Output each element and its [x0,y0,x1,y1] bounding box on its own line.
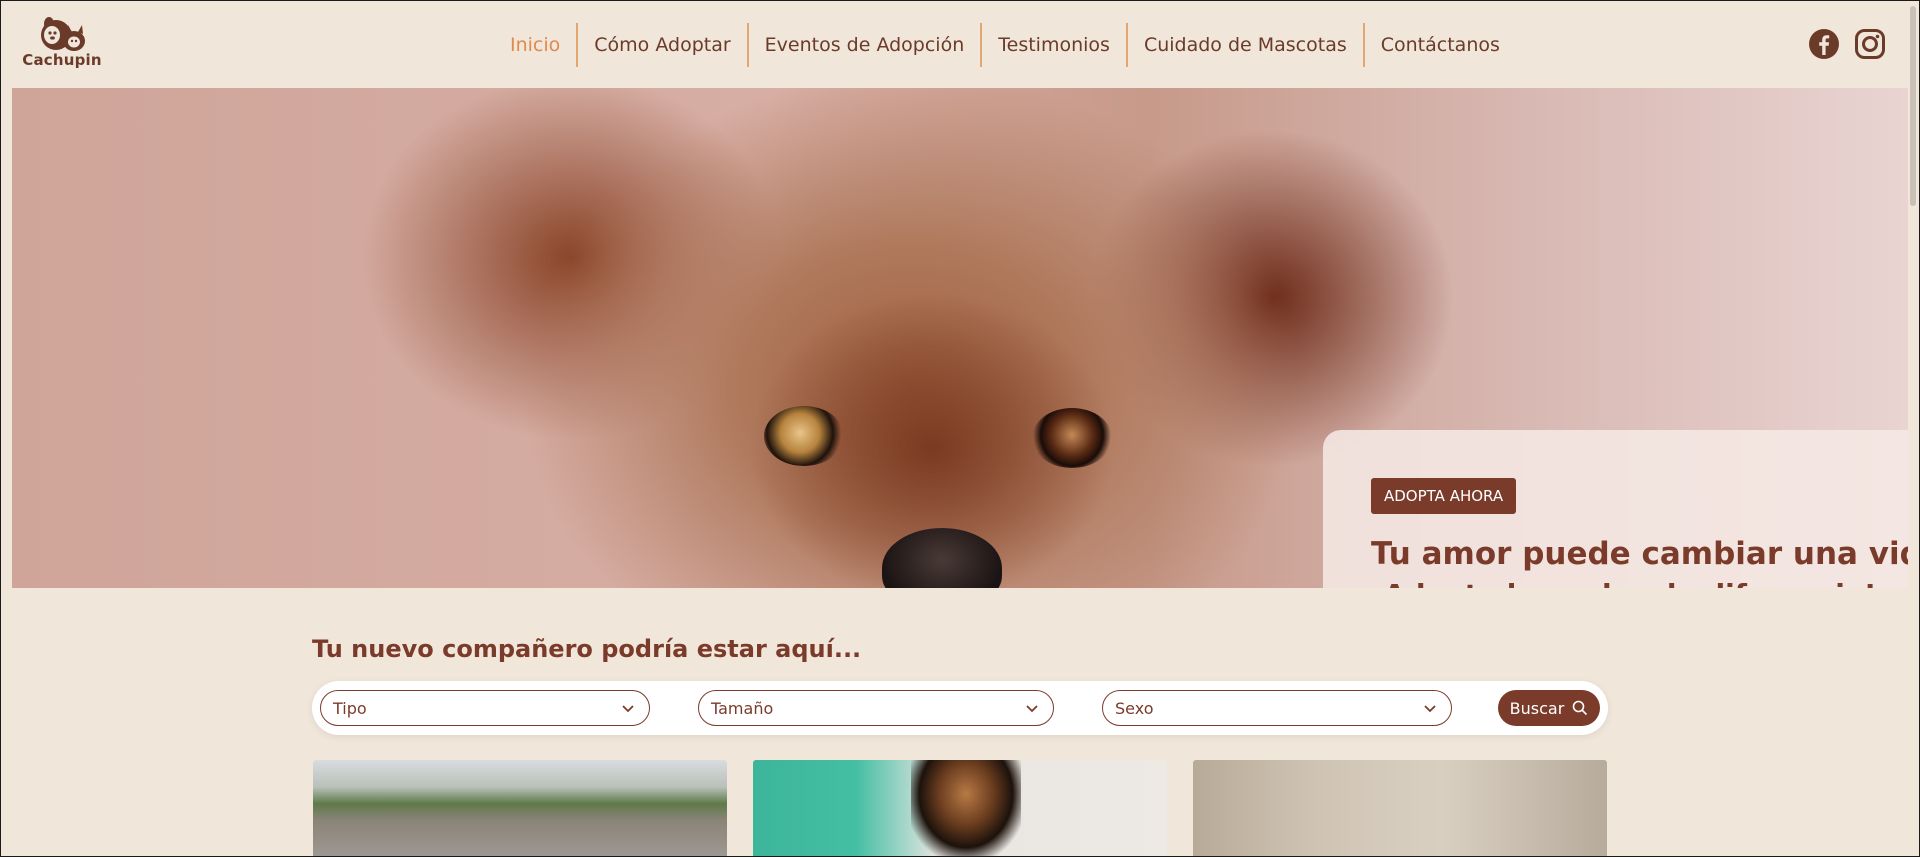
puppy-image [911,760,1021,857]
pet-card-image[interactable] [1193,760,1607,857]
facebook-icon[interactable] [1808,28,1840,60]
search-bar: Tipo Tamaño Sexo Buscar [312,681,1608,735]
hero-subtitle: ¡Adopta hoy y haz la diferencia! [1371,578,1876,588]
logo-pets-icon [41,17,85,51]
instagram-icon[interactable] [1854,28,1886,60]
search-icon [1573,700,1588,716]
tipo-select-value: Tipo [333,698,367,718]
scrollbar-thumb[interactable] [1910,6,1916,206]
tipo-select[interactable]: Tipo [320,690,650,726]
sexo-select[interactable]: Sexo [1102,690,1452,726]
search-button[interactable]: Buscar [1498,690,1600,726]
search-button-label: Buscar [1509,698,1565,718]
sexo-select-value: Sexo [1115,698,1154,718]
logo-text: Cachupin [22,51,102,69]
logo[interactable]: Cachupin [22,15,102,73]
main-nav: Inicio Cómo Adoptar Eventos de Adopción … [494,22,1516,68]
tamano-select[interactable]: Tamaño [698,690,1054,726]
site-header: Cachupin Inicio Cómo Adoptar Eventos de … [0,0,1908,88]
hero-dog-eye-right [1032,408,1112,468]
nav-item-testimonios[interactable]: Testimonios [980,23,1126,67]
hero-banner: ADOPTA AHORA Tu amor puede cambiar una v… [12,88,1908,588]
social-links [1808,28,1886,60]
nav-item-eventos[interactable]: Eventos de Adopción [746,23,981,67]
nav-item-contactanos[interactable]: Contáctanos [1362,23,1516,67]
adopt-now-button[interactable]: ADOPTA AHORA [1371,478,1517,514]
nav-item-como-adoptar[interactable]: Cómo Adoptar [576,23,746,67]
hero-title: Tu amor puede cambiar una vida [1371,536,1908,572]
chevron-down-icon [1424,705,1436,713]
pet-card-image[interactable] [313,760,727,857]
search-section-title: Tu nuevo compañero podría estar aquí... [312,635,862,663]
hero-card: ADOPTA AHORA Tu amor puede cambiar una v… [1323,430,1908,588]
page-scrollbar[interactable] [1908,0,1920,857]
nav-item-inicio[interactable]: Inicio [494,23,576,67]
pet-card-image[interactable] [753,760,1167,857]
hero-dog-image [764,406,844,466]
tamano-select-value: Tamaño [711,698,774,718]
hero-dog-nose [882,528,1002,588]
chevron-down-icon [1026,705,1038,713]
chevron-down-icon [622,705,634,713]
nav-item-cuidado[interactable]: Cuidado de Mascotas [1125,23,1363,67]
